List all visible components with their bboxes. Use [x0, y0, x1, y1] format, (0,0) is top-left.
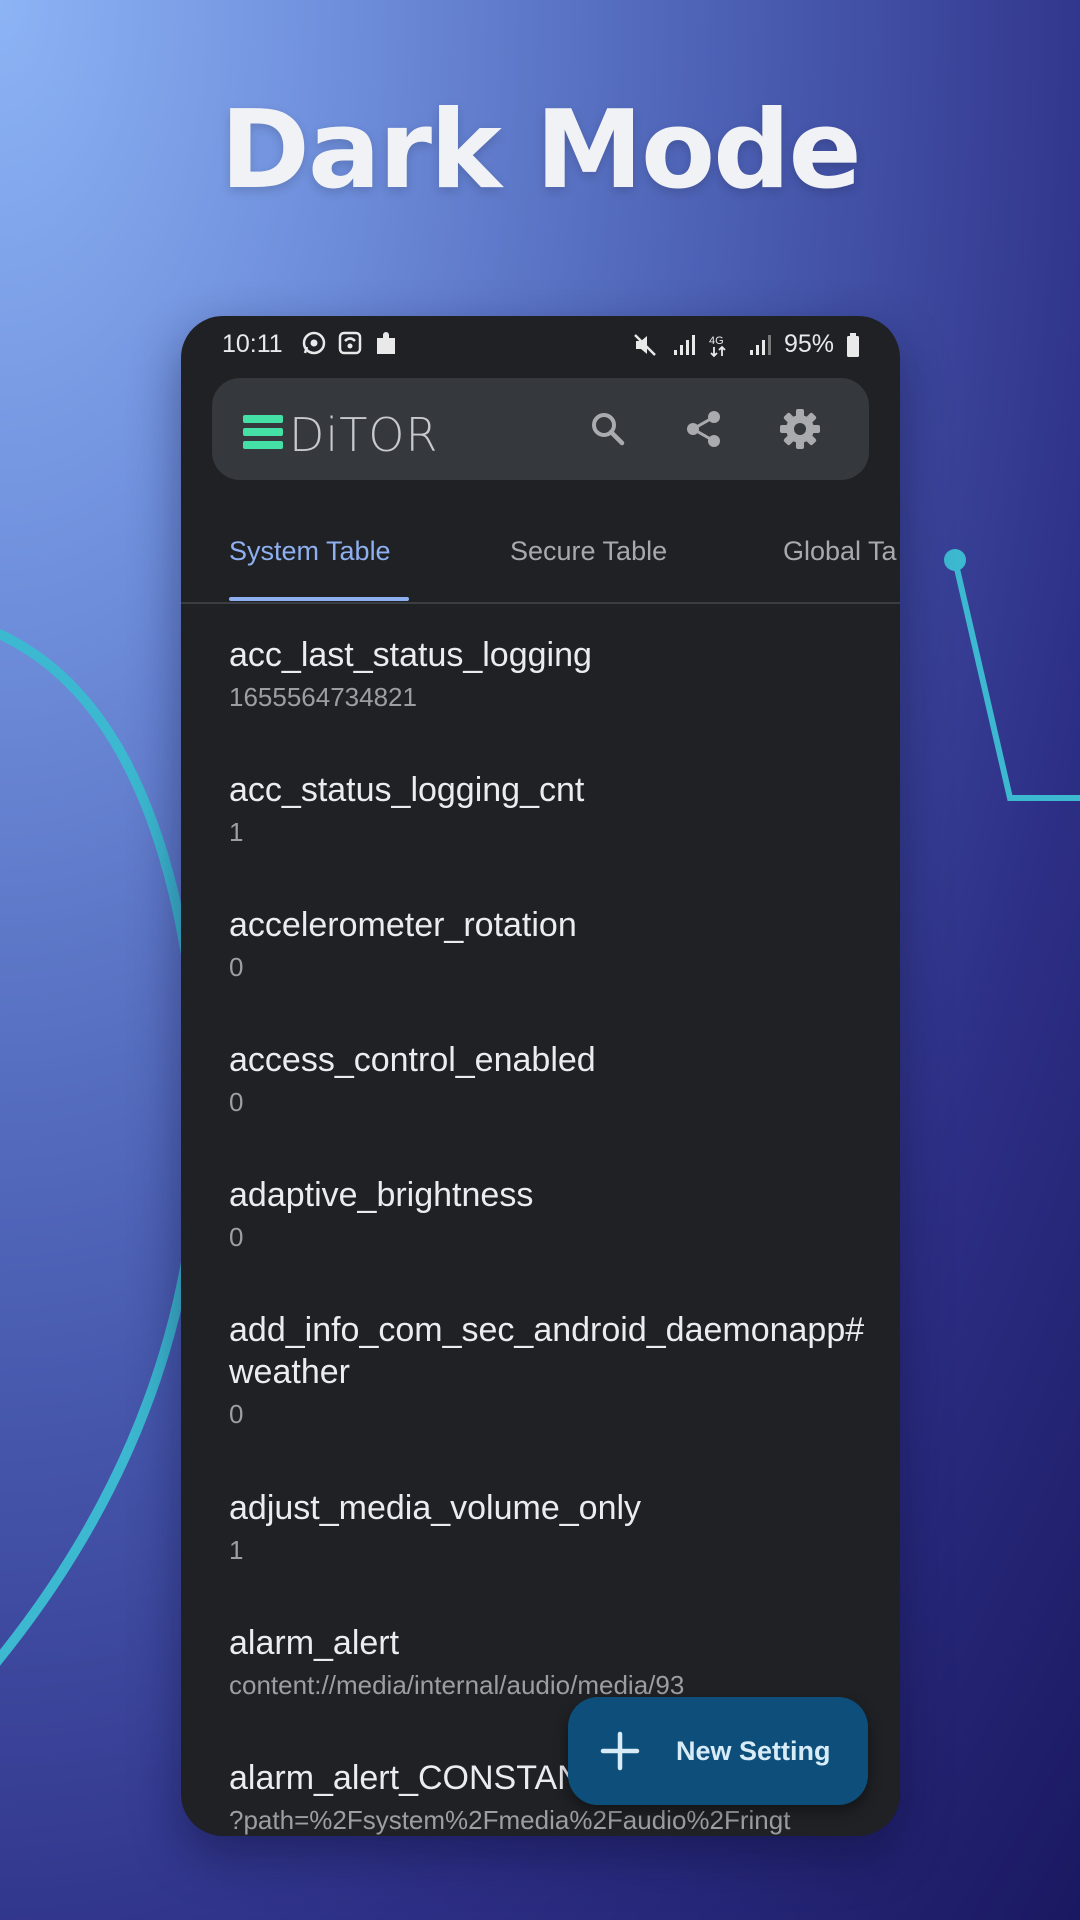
puzzle-icon — [377, 332, 395, 354]
signal-icon — [749, 334, 771, 355]
4g-icon: 4G — [709, 335, 726, 357]
setting-value: 0 — [229, 1087, 244, 1117]
tab-global-table[interactable]: Global Ta — [783, 536, 897, 567]
list-item[interactable]: adaptive_brightness 0 — [229, 1174, 533, 1254]
setting-value: 1655564734821 — [229, 682, 417, 712]
app-logo: DiTOR — [243, 408, 438, 462]
tab-system-table[interactable]: System Table — [229, 536, 391, 567]
settings-button[interactable] — [775, 404, 825, 454]
active-tab-indicator — [229, 597, 409, 601]
app-toolbar: DiTOR — [212, 378, 869, 480]
setting-value: 1 — [229, 817, 244, 847]
setting-value: 0 — [229, 1222, 244, 1252]
mute-icon — [634, 333, 656, 356]
setting-name: add_info_com_sec_android_daemonapp#weath… — [229, 1311, 865, 1391]
new-setting-label: New Setting — [676, 1735, 831, 1766]
list-item[interactable]: acc_last_status_logging 1655564734821 — [229, 634, 592, 714]
wifi-calling-icon — [338, 331, 362, 355]
left-arc — [0, 629, 205, 1666]
list-item[interactable]: alarm_alert content://media/internal/aud… — [229, 1622, 684, 1702]
setting-value: 0 — [229, 952, 244, 982]
share-button[interactable] — [679, 404, 729, 454]
right-line-dot — [944, 549, 966, 571]
list-item[interactable]: access_control_enabled 0 — [229, 1039, 596, 1119]
share-icon — [687, 411, 720, 447]
setting-name: acc_status_logging_cnt — [229, 771, 585, 809]
list-item[interactable]: accelerometer_rotation 0 — [229, 904, 577, 984]
setting-name: adaptive_brightness — [229, 1176, 534, 1214]
status-bar: 10:11 4G 95% — [181, 316, 900, 372]
whatsapp-icon — [302, 331, 326, 355]
list-item[interactable]: add_info_com_sec_android_daemonapp#weath… — [229, 1309, 869, 1431]
setting-value: ?path=%2Fsystem%2Fmedia%2Faudio%2Fringt — [229, 1805, 791, 1835]
tab-secure-table[interactable]: Secure Table — [510, 536, 667, 567]
phone-frame: 10:11 4G 95% DiTOR System Table Secure T… — [181, 316, 900, 1836]
tab-bar: System Table Secure Table Global Ta — [181, 506, 900, 596]
gear-icon — [780, 409, 820, 449]
setting-name: acc_last_status_logging — [229, 636, 592, 674]
setting-name: alarm_alert — [229, 1624, 400, 1662]
setting-name: adjust_media_volume_only — [229, 1489, 642, 1527]
plus-icon — [600, 1731, 640, 1771]
signal-icon — [673, 334, 695, 355]
right-line — [952, 559, 1080, 801]
setting-value: 1 — [229, 1535, 244, 1565]
new-setting-button[interactable]: New Setting — [568, 1697, 868, 1805]
list-item[interactable]: adjust_media_volume_only 1 — [229, 1487, 641, 1567]
setting-name: access_control_enabled — [229, 1041, 596, 1079]
status-time: 10:11 — [222, 330, 283, 358]
setting-name: accelerometer_rotation — [229, 906, 577, 944]
search-icon — [592, 413, 625, 446]
tab-divider — [181, 602, 900, 604]
logo-bars-icon — [243, 415, 283, 455]
list-item[interactable]: acc_status_logging_cnt 1 — [229, 769, 584, 849]
battery-icon — [847, 332, 859, 357]
svg-text:4G: 4G — [709, 335, 724, 347]
logo-text: DiTOR — [289, 408, 439, 462]
search-button[interactable] — [583, 404, 633, 454]
battery-percent: 95% — [783, 330, 834, 358]
setting-value: 0 — [229, 1399, 244, 1429]
